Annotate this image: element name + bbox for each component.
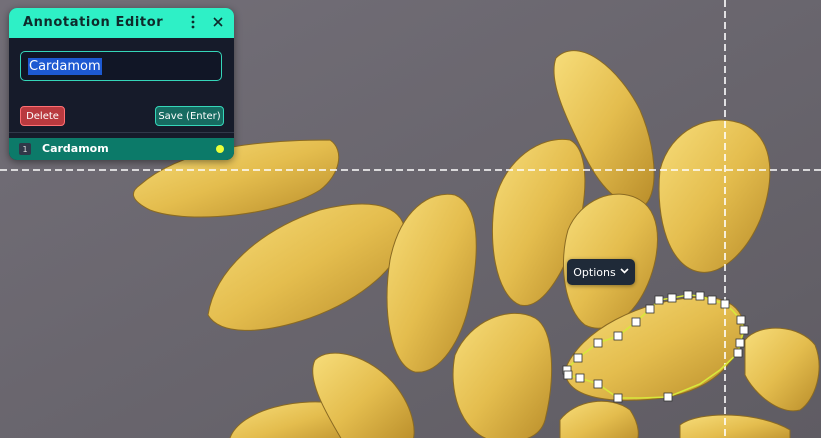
delete-button[interactable]: Delete — [20, 106, 65, 126]
annotation-color-dot — [216, 145, 224, 153]
panel-title: Annotation Editor — [23, 15, 164, 30]
annotation-index: 1 — [19, 143, 31, 155]
annotation-list-item[interactable]: 1 Cardamom — [9, 138, 234, 160]
annotation-editor-panel: Annotation Editor Cardamom Delete Save (… — [9, 8, 234, 160]
annotation-name-value: Cardamom — [28, 57, 102, 75]
annotation-label: Cardamom — [42, 142, 109, 155]
options-button[interactable]: Options — [567, 259, 635, 285]
options-label: Options — [573, 265, 616, 279]
divider — [9, 132, 234, 133]
panel-header: Annotation Editor — [9, 8, 234, 38]
more-vertical-icon[interactable] — [183, 12, 203, 32]
chevron-down-icon — [620, 267, 629, 277]
close-icon[interactable] — [208, 12, 228, 32]
annotation-name-input[interactable]: Cardamom — [20, 51, 222, 81]
save-button[interactable]: Save (Enter) — [155, 106, 224, 126]
